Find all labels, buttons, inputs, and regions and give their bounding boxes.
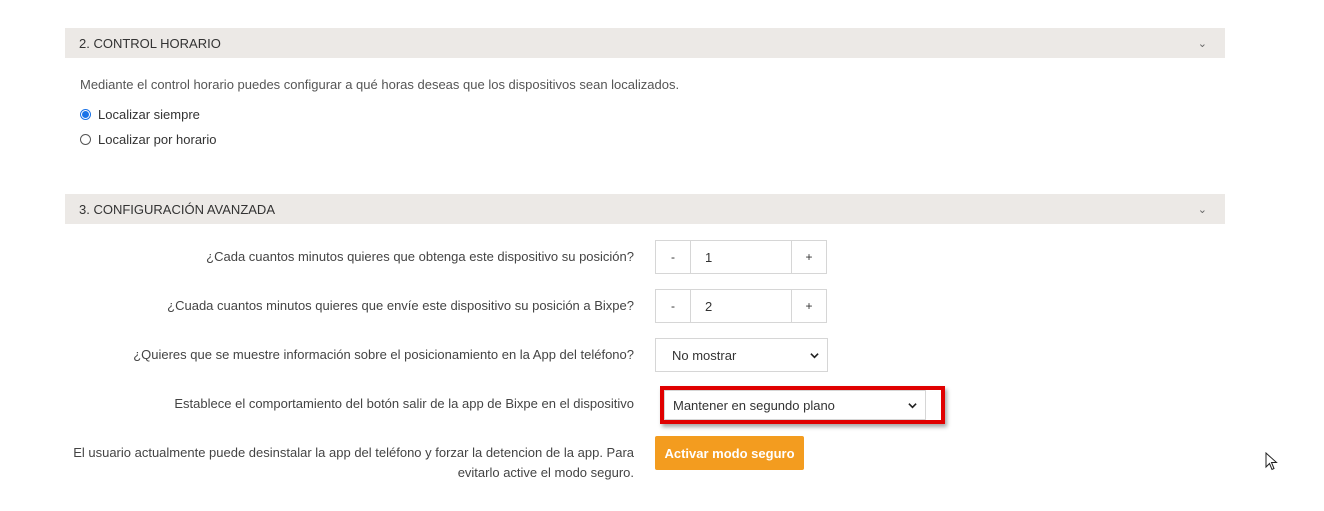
radio-label: Localizar siempre	[98, 107, 200, 122]
question-obtain-position-label: ¿Cada cuantos minutos quieres que obteng…	[206, 249, 634, 264]
radio-label: Localizar por horario	[98, 132, 217, 147]
stepper-value[interactable]: 1	[690, 241, 792, 273]
activate-safe-mode-button[interactable]: Activar modo seguro	[655, 436, 804, 470]
radio-localizar-por-horario[interactable]: Localizar por horario	[80, 132, 217, 147]
stepper-value[interactable]: 2	[690, 290, 792, 322]
section-title: 2. CONTROL HORARIO	[79, 35, 221, 51]
decrement-button[interactable]: -	[656, 290, 690, 322]
radio-localizar-siempre[interactable]: Localizar siempre	[80, 107, 200, 122]
control-horario-description: Mediante el control horario puedes confi…	[80, 77, 680, 92]
increment-button[interactable]: +	[792, 290, 826, 322]
safe-mode-description: El usuario actualmente puede desinstalar…	[73, 443, 634, 483]
question-exit-button-label: Establece el comportamiento del botón sa…	[174, 396, 634, 411]
chevron-down-icon	[810, 352, 819, 358]
chevron-down-icon[interactable]: ⌄	[1198, 203, 1207, 216]
section-header-control-horario[interactable]: 2. CONTROL HORARIO ⌄	[65, 28, 1225, 58]
safe-mode-text-line: evitarlo active el modo seguro.	[457, 465, 634, 480]
send-position-minutes-stepper: - 2 +	[655, 289, 827, 323]
section-title: 3. CONFIGURACIÓN AVANZADA	[79, 201, 275, 217]
chevron-down-icon[interactable]: ⌄	[1198, 37, 1207, 50]
mouse-cursor-icon	[1265, 452, 1278, 471]
highlight-annotation-box	[660, 386, 945, 424]
question-show-info-label: ¿Quieres que se muestre información sobr…	[133, 347, 634, 362]
radio-button-checked[interactable]	[80, 109, 91, 120]
safe-mode-text-line: El usuario actualmente puede desinstalar…	[73, 445, 634, 460]
radio-button[interactable]	[80, 134, 91, 145]
select-value: No mostrar	[672, 347, 737, 363]
decrement-button[interactable]: -	[656, 241, 690, 273]
increment-button[interactable]: +	[792, 241, 826, 273]
section-header-configuracion-avanzada[interactable]: 3. CONFIGURACIÓN AVANZADA ⌄	[65, 194, 1225, 224]
obtain-position-minutes-stepper: - 1 +	[655, 240, 827, 274]
show-info-select[interactable]: No mostrar	[655, 338, 828, 372]
question-send-position-label: ¿Cuada cuantos minutos quieres que envíe…	[167, 298, 634, 313]
